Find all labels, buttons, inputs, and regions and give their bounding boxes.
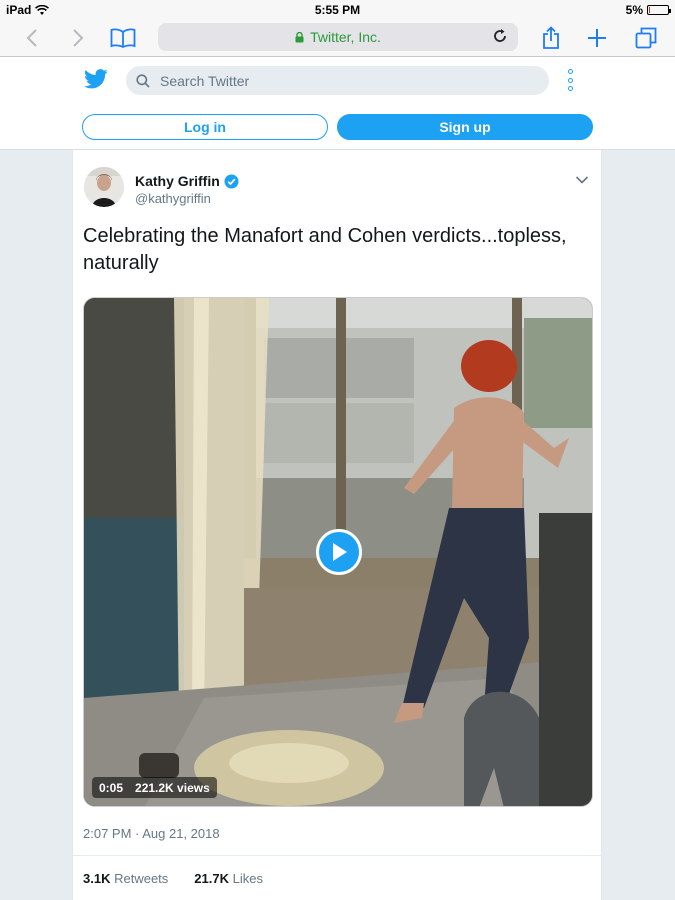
twitter-logo-icon[interactable] — [84, 69, 108, 94]
video-info-overlay: 0:05 221.2K views — [92, 777, 217, 798]
new-tab-icon[interactable] — [586, 24, 608, 52]
video-duration: 0:05 — [99, 780, 124, 795]
likes-label: Likes — [232, 870, 263, 886]
video-player[interactable]: 0:05 221.2K views — [83, 297, 593, 807]
signup-button[interactable]: Sign up — [337, 114, 593, 140]
tweet-text: Celebrating the Manafort and Cohen verdi… — [83, 225, 567, 274]
play-icon — [333, 543, 347, 561]
tweet-card: Kathy Griffin @kathygriffin Celebrating … — [72, 150, 603, 900]
search-input[interactable] — [160, 72, 520, 89]
forward-icon[interactable] — [70, 24, 86, 52]
clock: 5:55 PM — [314, 3, 361, 17]
search-bar[interactable] — [126, 66, 549, 95]
browser-toolbar: Twitter, Inc. — [0, 20, 675, 57]
address-text: Twitter, Inc. — [310, 29, 381, 45]
likes-stat[interactable]: 21.7K Likes — [194, 871, 263, 886]
chevron-down-icon[interactable] — [575, 172, 589, 190]
lock-icon — [295, 31, 304, 42]
verified-badge-icon — [224, 174, 239, 188]
play-button[interactable] — [316, 529, 362, 575]
likes-count: 21.7K — [194, 870, 229, 886]
tabs-icon[interactable] — [634, 24, 658, 52]
back-icon[interactable] — [24, 24, 40, 52]
video-views: 221.2K views — [135, 780, 210, 795]
bookmarks-icon[interactable] — [110, 24, 136, 52]
retweets-stat[interactable]: 3.1K Retweets — [83, 871, 168, 886]
avatar[interactable] — [84, 167, 124, 207]
reload-icon[interactable] — [492, 28, 508, 44]
battery-icon — [647, 5, 671, 15]
retweets-count: 3.1K — [83, 870, 111, 886]
battery-percent: 5% — [625, 3, 643, 17]
share-icon[interactable] — [541, 24, 561, 52]
tweet-timestamp[interactable]: 2:07 PM · Aug 21, 2018 — [83, 826, 220, 841]
author-name[interactable]: Kathy Griffin — [135, 173, 220, 189]
twitter-header: Log in Sign up — [0, 57, 675, 150]
login-button[interactable]: Log in — [82, 114, 328, 140]
retweets-label: Retweets — [114, 870, 169, 886]
address-bar[interactable]: Twitter, Inc. — [158, 23, 518, 51]
author-handle[interactable]: @kathygriffin — [135, 191, 211, 206]
tweet-stats: 3.1K Retweets 21.7K Likes — [73, 855, 603, 900]
status-bar: iPad 5:55 PM 5% — [0, 0, 675, 20]
more-options-icon[interactable] — [565, 69, 575, 91]
search-icon — [136, 73, 150, 88]
